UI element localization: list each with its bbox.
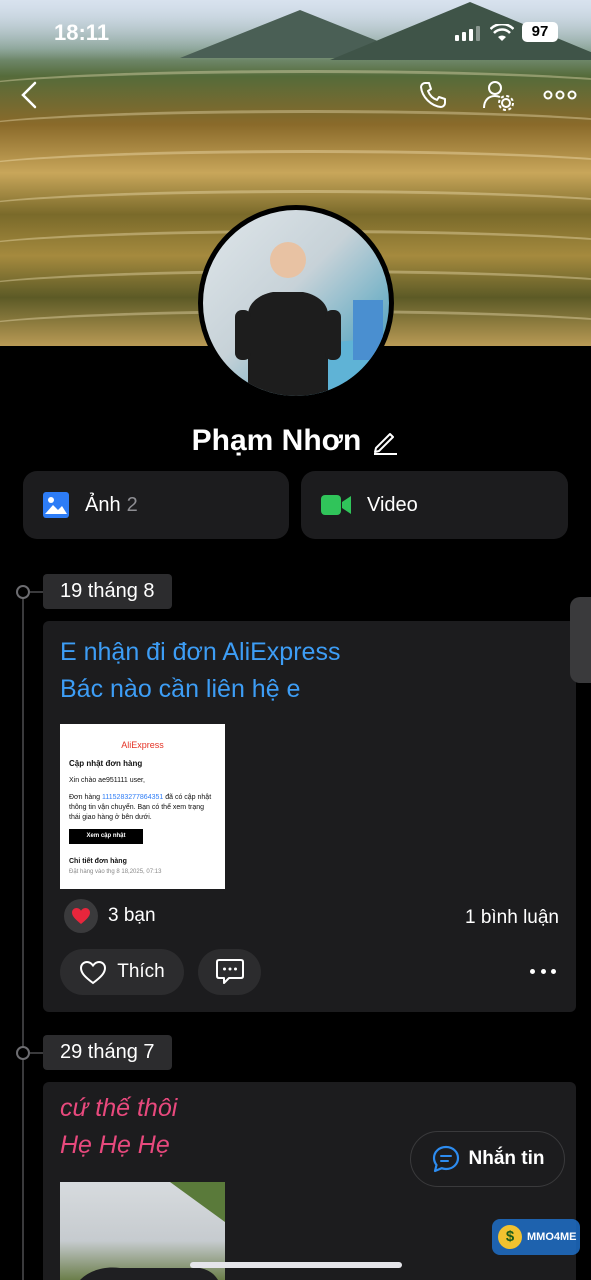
status-time: 18:11 [54, 20, 110, 45]
videos-tile[interactable]: Video [301, 471, 568, 539]
post-more-button[interactable] [530, 961, 556, 981]
reaction-summary[interactable]: 3 bạn [64, 899, 156, 933]
reaction-count: 3 bạn [108, 905, 156, 926]
terrace-ridge [0, 110, 591, 150]
email-body: Đơn hàng 1115283277864351 đã có cập nhật… [69, 793, 216, 823]
photo-icon [43, 492, 69, 518]
profile-settings-button[interactable] [481, 78, 515, 112]
timeline-dot [16, 1046, 30, 1060]
view-update-button: Xem cập nhật [69, 829, 143, 844]
status-bar: 18:11 97 [0, 0, 591, 64]
photos-count: 2 [126, 493, 138, 516]
post-text-line: Hẹ Hẹ Hẹ [60, 1131, 170, 1159]
photos-label-group: Ảnh 2 [85, 494, 138, 517]
call-button[interactable] [416, 78, 450, 112]
more-horizontal-icon [543, 90, 577, 100]
watermark-text: MMO4ME [527, 1231, 577, 1243]
watermark-logo: $ MMO4ME [492, 1219, 580, 1255]
videos-label: Video [367, 493, 418, 516]
chevron-left-icon [21, 81, 37, 109]
comment-count[interactable]: 1 bình luận [465, 907, 559, 929]
heart-outline-icon [80, 960, 107, 984]
wifi-icon [490, 24, 514, 41]
user-settings-icon [483, 81, 514, 111]
profile-name: Phạm Nhơn [191, 424, 362, 457]
timeline-line [22, 592, 24, 1280]
email-greeting: Xin chào ae951111 user, [69, 777, 145, 784]
signal-icon [455, 26, 480, 41]
post-text-line: E nhận đi đơn AliExpress [60, 638, 341, 666]
post-text-line: cứ thế thôi [60, 1094, 178, 1122]
message-button[interactable]: Nhắn tin [410, 1131, 565, 1187]
like-button[interactable]: Thích [60, 949, 184, 995]
message-label: Nhắn tin [468, 1148, 545, 1169]
avatar-photo [235, 242, 389, 396]
date-chip: 19 tháng 8 [43, 574, 172, 609]
home-indicator[interactable] [190, 1262, 402, 1268]
order-details-date: Đặt hàng vào thg 8 18,2025, 07:13 [69, 869, 162, 875]
chat-bubble-icon [432, 1145, 459, 1173]
dot [540, 968, 546, 974]
video-camera-icon [321, 495, 351, 515]
back-button[interactable] [12, 78, 46, 112]
terrace-ridge [0, 150, 591, 190]
profile-name-row: Phạm Nhơn [0, 424, 591, 458]
avatar[interactable] [198, 205, 394, 401]
email-heading: Cập nhật đơn hàng [69, 759, 143, 768]
more-options-button[interactable] [543, 78, 577, 112]
edit-pencil-icon[interactable] [371, 427, 399, 455]
order-number: 1115283277864351 [102, 794, 164, 801]
heart-icon [72, 908, 90, 924]
timeline-connector [30, 591, 44, 593]
dot [530, 968, 535, 974]
dollar-coin-icon: $ [498, 1225, 522, 1249]
like-label: Thích [117, 961, 165, 982]
date-chip: 29 tháng 7 [43, 1035, 172, 1070]
timeline-dot [16, 585, 30, 599]
battery-icon: 97 [522, 22, 558, 42]
heart-reaction-icon [64, 899, 98, 933]
post-card[interactable]: E nhận đi đơn AliExpress Bác nào cần liê… [43, 621, 576, 1012]
post-text-line: Bác nào cần liên hệ e [60, 675, 301, 703]
email-screenshot: AliExpress Cập nhật đơn hàng Xin chào ae… [60, 724, 225, 877]
dot [551, 968, 556, 974]
photos-label: Ảnh [85, 493, 121, 516]
email-body-prefix: Đơn hàng [69, 794, 101, 801]
post-text: E nhận đi đơn AliExpress Bác nào cần liê… [60, 634, 340, 708]
comment-button[interactable] [198, 949, 261, 995]
photos-tile[interactable]: Ảnh 2 [23, 471, 289, 539]
order-details-title: Chi tiết đơn hàng [69, 858, 127, 865]
comment-icon [215, 959, 244, 984]
scroll-handle[interactable] [570, 597, 591, 683]
post-text: cứ thế thôi Hẹ Hẹ Hẹ [60, 1090, 177, 1164]
timeline-connector [30, 1052, 44, 1054]
post-image[interactable]: AliExpress Cập nhật đơn hàng Xin chào ae… [60, 724, 225, 889]
phone-icon [420, 82, 446, 108]
aliexpress-brand: AliExpress [121, 740, 164, 750]
